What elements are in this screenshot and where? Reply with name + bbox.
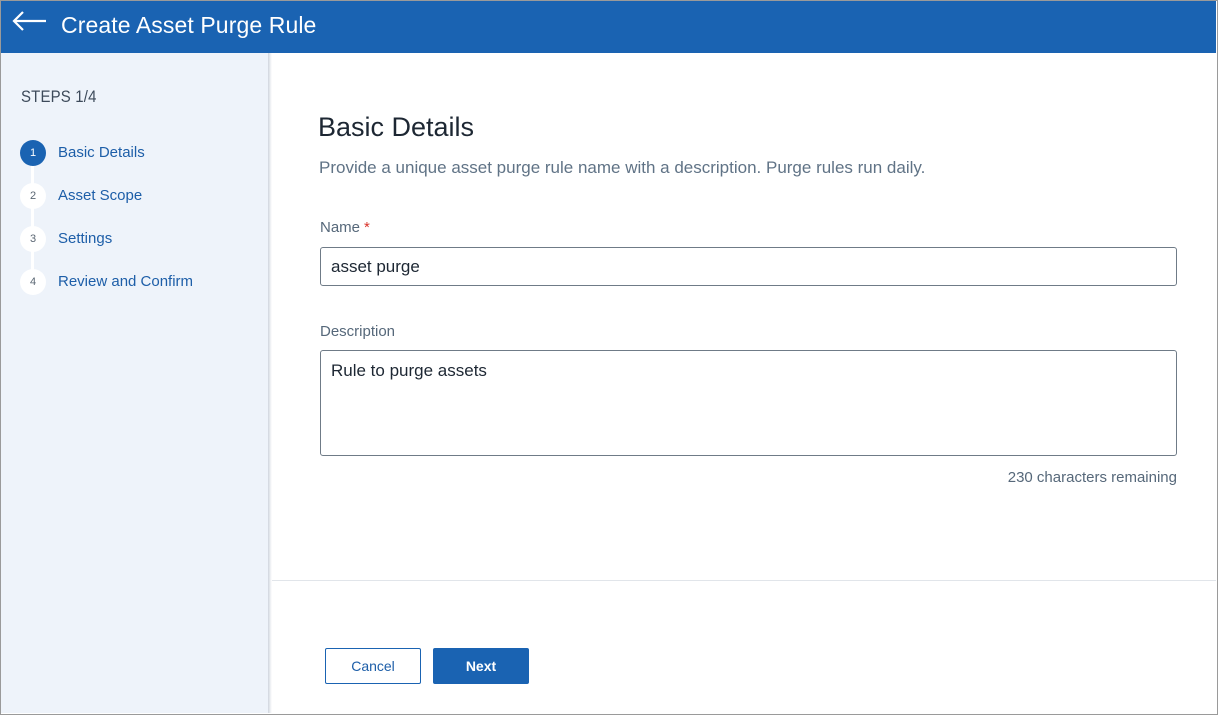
page-title: Create Asset Purge Rule [61,12,317,38]
steps-heading: STEPS 1/4 [21,87,97,106]
name-label-text: Name [320,219,361,236]
description-input[interactable]: Rule to purge assets [320,350,1177,456]
next-button[interactable]: Next [433,648,529,684]
sidebar-shadow [268,53,272,713]
section-title: Basic Details [318,112,475,142]
step-number: 4 [20,269,46,295]
steps-connector [31,154,34,284]
step-asset-scope[interactable]: 2 Asset Scope [20,183,260,209]
cancel-button[interactable]: Cancel [325,648,421,684]
step-settings[interactable]: 3 Settings [20,226,260,252]
step-number: 3 [20,226,46,252]
required-marker: * [364,219,370,236]
step-review-and-confirm[interactable]: 4 Review and Confirm [20,269,260,295]
step-number: 2 [20,183,46,209]
step-label: Basic Details [58,144,145,161]
step-label: Settings [58,230,113,247]
description-label: Description [320,323,396,340]
step-number: 1 [20,140,46,166]
name-label: Name * [320,219,370,236]
page-header: Create Asset Purge Rule [1,1,1216,53]
footer-divider [272,580,1216,581]
section-subtitle: Provide a unique asset purge rule name w… [319,158,926,177]
arrow-left-icon[interactable] [11,9,49,37]
name-input[interactable] [320,247,1177,286]
characters-remaining: 230 characters remaining [1007,469,1177,486]
steps-sidebar: STEPS 1/4 1 Basic Details 2 Asset Scope … [1,53,268,713]
step-label: Asset Scope [58,187,143,204]
step-label: Review and Confirm [58,273,194,290]
step-basic-details[interactable]: 1 Basic Details [20,140,260,166]
